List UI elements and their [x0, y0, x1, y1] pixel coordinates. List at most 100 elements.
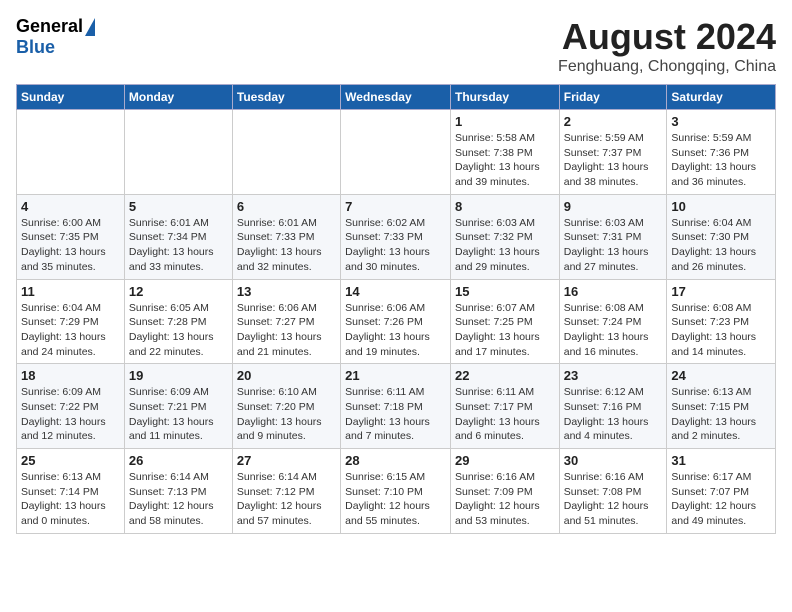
calendar-cell: 19 Sunrise: 6:09 AM Sunset: 7:21 PM Dayli…	[124, 364, 232, 449]
day-info: Sunrise: 6:09 AM Sunset: 7:21 PM Dayligh…	[129, 385, 228, 444]
calendar-cell: 6 Sunrise: 6:01 AM Sunset: 7:33 PM Daylig…	[232, 194, 340, 279]
calendar-subtitle: Fenghuang, Chongqing, China	[558, 58, 776, 76]
day-info: Sunrise: 6:01 AM Sunset: 7:34 PM Dayligh…	[129, 216, 228, 275]
day-number: 13	[237, 284, 336, 299]
day-number: 21	[345, 368, 446, 383]
day-number: 9	[564, 199, 663, 214]
calendar-cell: 24Sunrise: 6:13 AM Sunset: 7:15 PM Dayli…	[667, 364, 776, 449]
weekday-header-tuesday: Tuesday	[232, 85, 340, 110]
calendar-cell	[124, 110, 232, 195]
day-info: Sunrise: 6:13 AM Sunset: 7:15 PM Dayligh…	[671, 385, 771, 444]
day-number: 31	[671, 453, 771, 468]
calendar-cell: 14 Sunrise: 6:06 AM Sunset: 7:26 PM Dayli…	[341, 279, 451, 364]
calendar-title: August 2024	[558, 16, 776, 58]
calendar-cell: 23 Sunrise: 6:12 AM Sunset: 7:16 PM Dayli…	[559, 364, 667, 449]
calendar-cell: 30Sunrise: 6:16 AM Sunset: 7:08 PM Dayli…	[559, 449, 667, 534]
day-number: 18	[21, 368, 120, 383]
logo-general: General	[16, 16, 83, 37]
day-info: Sunrise: 6:11 AM Sunset: 7:18 PM Dayligh…	[345, 385, 446, 444]
calendar-cell: 10 Sunrise: 6:04 AM Sunset: 7:30 PM Dayli…	[667, 194, 776, 279]
day-number: 1	[455, 114, 555, 129]
day-info: Sunrise: 6:01 AM Sunset: 7:33 PM Dayligh…	[237, 216, 336, 275]
day-info: Sunrise: 5:58 AM Sunset: 7:38 PM Dayligh…	[455, 131, 555, 190]
weekday-header-wednesday: Wednesday	[341, 85, 451, 110]
day-info: Sunrise: 5:59 AM Sunset: 7:36 PM Dayligh…	[671, 131, 771, 190]
day-number: 23	[564, 368, 663, 383]
calendar-cell: 22 Sunrise: 6:11 AM Sunset: 7:17 PM Dayli…	[450, 364, 559, 449]
day-info: Sunrise: 6:11 AM Sunset: 7:17 PM Dayligh…	[455, 385, 555, 444]
day-info: Sunrise: 6:09 AM Sunset: 7:22 PM Dayligh…	[21, 385, 120, 444]
day-info: Sunrise: 6:03 AM Sunset: 7:32 PM Dayligh…	[455, 216, 555, 275]
calendar-cell: 26Sunrise: 6:14 AM Sunset: 7:13 PM Dayli…	[124, 449, 232, 534]
calendar-cell: 27Sunrise: 6:14 AM Sunset: 7:12 PM Dayli…	[232, 449, 340, 534]
calendar-cell: 9Sunrise: 6:03 AM Sunset: 7:31 PM Daylig…	[559, 194, 667, 279]
weekday-header-thursday: Thursday	[450, 85, 559, 110]
logo-blue: Blue	[16, 37, 55, 58]
day-number: 19	[129, 368, 228, 383]
calendar-cell: 2 Sunrise: 5:59 AM Sunset: 7:37 PM Daylig…	[559, 110, 667, 195]
day-info: Sunrise: 6:08 AM Sunset: 7:23 PM Dayligh…	[671, 301, 771, 360]
day-info: Sunrise: 6:06 AM Sunset: 7:27 PM Dayligh…	[237, 301, 336, 360]
calendar-cell: 1 Sunrise: 5:58 AM Sunset: 7:38 PM Daylig…	[450, 110, 559, 195]
day-number: 10	[671, 199, 771, 214]
day-info: Sunrise: 6:16 AM Sunset: 7:08 PM Dayligh…	[564, 470, 663, 529]
page-header: General Blue August 2024 Fenghuang, Chon…	[16, 16, 776, 76]
day-number: 7	[345, 199, 446, 214]
day-number: 8	[455, 199, 555, 214]
week-row-5: 25 Sunrise: 6:13 AM Sunset: 7:14 PM Dayli…	[17, 449, 776, 534]
calendar-cell: 31 Sunrise: 6:17 AM Sunset: 7:07 PM Dayli…	[667, 449, 776, 534]
day-number: 22	[455, 368, 555, 383]
calendar-cell	[232, 110, 340, 195]
day-number: 16	[564, 284, 663, 299]
day-info: Sunrise: 6:06 AM Sunset: 7:26 PM Dayligh…	[345, 301, 446, 360]
weekday-header-saturday: Saturday	[667, 85, 776, 110]
day-number: 26	[129, 453, 228, 468]
day-info: Sunrise: 6:13 AM Sunset: 7:14 PM Dayligh…	[21, 470, 120, 529]
day-info: Sunrise: 6:12 AM Sunset: 7:16 PM Dayligh…	[564, 385, 663, 444]
day-number: 4	[21, 199, 120, 214]
calendar-cell: 3 Sunrise: 5:59 AM Sunset: 7:36 PM Daylig…	[667, 110, 776, 195]
day-info: Sunrise: 6:02 AM Sunset: 7:33 PM Dayligh…	[345, 216, 446, 275]
calendar-cell: 28Sunrise: 6:15 AM Sunset: 7:10 PM Dayli…	[341, 449, 451, 534]
calendar-cell: 25 Sunrise: 6:13 AM Sunset: 7:14 PM Dayli…	[17, 449, 125, 534]
weekday-header-friday: Friday	[559, 85, 667, 110]
day-info: Sunrise: 6:05 AM Sunset: 7:28 PM Dayligh…	[129, 301, 228, 360]
day-info: Sunrise: 6:10 AM Sunset: 7:20 PM Dayligh…	[237, 385, 336, 444]
day-info: Sunrise: 6:17 AM Sunset: 7:07 PM Dayligh…	[671, 470, 771, 529]
calendar-cell: 11 Sunrise: 6:04 AM Sunset: 7:29 PM Dayli…	[17, 279, 125, 364]
day-info: Sunrise: 6:04 AM Sunset: 7:29 PM Dayligh…	[21, 301, 120, 360]
day-number: 15	[455, 284, 555, 299]
logo: General Blue	[16, 16, 95, 58]
day-info: Sunrise: 6:04 AM Sunset: 7:30 PM Dayligh…	[671, 216, 771, 275]
week-row-3: 11 Sunrise: 6:04 AM Sunset: 7:29 PM Dayli…	[17, 279, 776, 364]
day-number: 28	[345, 453, 446, 468]
calendar-cell: 5 Sunrise: 6:01 AM Sunset: 7:34 PM Daylig…	[124, 194, 232, 279]
day-info: Sunrise: 5:59 AM Sunset: 7:37 PM Dayligh…	[564, 131, 663, 190]
day-number: 3	[671, 114, 771, 129]
day-number: 6	[237, 199, 336, 214]
day-number: 25	[21, 453, 120, 468]
day-info: Sunrise: 6:16 AM Sunset: 7:09 PM Dayligh…	[455, 470, 555, 529]
day-number: 29	[455, 453, 555, 468]
calendar-cell: 12Sunrise: 6:05 AM Sunset: 7:28 PM Dayli…	[124, 279, 232, 364]
day-number: 5	[129, 199, 228, 214]
calendar-cell: 7 Sunrise: 6:02 AM Sunset: 7:33 PM Daylig…	[341, 194, 451, 279]
calendar-cell: 18 Sunrise: 6:09 AM Sunset: 7:22 PM Dayli…	[17, 364, 125, 449]
day-info: Sunrise: 6:07 AM Sunset: 7:25 PM Dayligh…	[455, 301, 555, 360]
calendar-cell: 16Sunrise: 6:08 AM Sunset: 7:24 PM Dayli…	[559, 279, 667, 364]
calendar-cell	[341, 110, 451, 195]
day-number: 11	[21, 284, 120, 299]
calendar-cell: 29 Sunrise: 6:16 AM Sunset: 7:09 PM Dayli…	[450, 449, 559, 534]
week-row-4: 18 Sunrise: 6:09 AM Sunset: 7:22 PM Dayli…	[17, 364, 776, 449]
day-number: 17	[671, 284, 771, 299]
weekday-header-monday: Monday	[124, 85, 232, 110]
calendar-cell: 21 Sunrise: 6:11 AM Sunset: 7:18 PM Dayli…	[341, 364, 451, 449]
day-number: 2	[564, 114, 663, 129]
week-row-1: 1 Sunrise: 5:58 AM Sunset: 7:38 PM Daylig…	[17, 110, 776, 195]
day-info: Sunrise: 6:14 AM Sunset: 7:12 PM Dayligh…	[237, 470, 336, 529]
weekday-header-sunday: Sunday	[17, 85, 125, 110]
title-block: August 2024 Fenghuang, Chongqing, China	[558, 16, 776, 76]
week-row-2: 4 Sunrise: 6:00 AM Sunset: 7:35 PM Daylig…	[17, 194, 776, 279]
day-number: 14	[345, 284, 446, 299]
day-info: Sunrise: 6:00 AM Sunset: 7:35 PM Dayligh…	[21, 216, 120, 275]
